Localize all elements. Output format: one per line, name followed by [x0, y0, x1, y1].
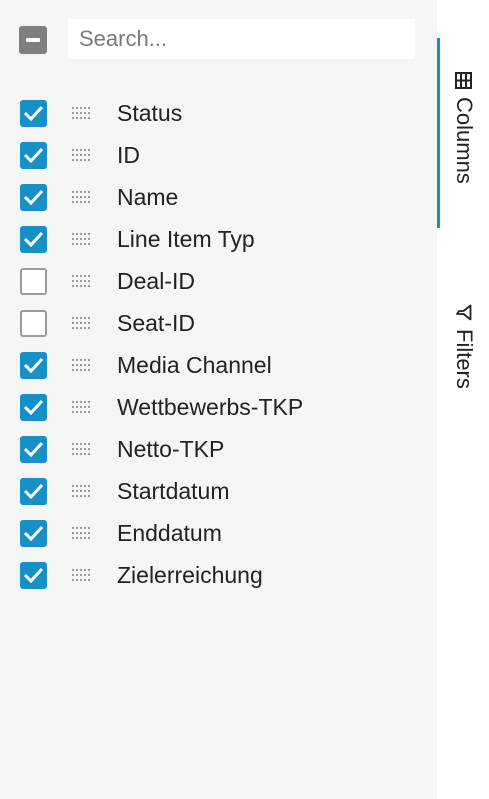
columns-tool-panel: Status ID Name Line Item Typ Deal-ID Sea… [0, 0, 437, 799]
column-label: ID [117, 142, 140, 168]
check-icon [23, 189, 44, 205]
column-label: Deal-ID [117, 268, 195, 294]
check-icon [23, 483, 44, 499]
column-label: Netto-TKP [117, 436, 225, 462]
tab-filters-label: Filters [452, 329, 477, 389]
column-checkbox[interactable] [20, 226, 47, 253]
columns-icon [455, 72, 473, 89]
column-checkbox[interactable] [20, 478, 47, 505]
column-item-enddatum[interactable]: Enddatum [0, 512, 437, 554]
column-item-name[interactable]: Name [0, 176, 437, 218]
drag-handle-icon[interactable] [72, 485, 91, 497]
check-icon [23, 105, 44, 121]
drag-handle-icon[interactable] [72, 149, 91, 161]
column-label: Media Channel [117, 352, 272, 378]
filter-icon [456, 304, 472, 321]
drag-handle-icon[interactable] [72, 443, 91, 455]
drag-handle-icon[interactable] [72, 569, 91, 581]
drag-handle-icon[interactable] [72, 275, 91, 287]
column-label: Enddatum [117, 520, 222, 546]
drag-handle-icon[interactable] [72, 359, 91, 371]
panel-header [0, 0, 437, 78]
search-input[interactable] [68, 19, 415, 59]
check-icon [23, 357, 44, 373]
column-label: Name [117, 184, 179, 210]
column-item-line-item-typ[interactable]: Line Item Typ [0, 218, 437, 260]
column-list: Status ID Name Line Item Typ Deal-ID Sea… [0, 92, 437, 596]
select-all-checkbox[interactable] [19, 26, 47, 54]
column-checkbox[interactable] [20, 352, 47, 379]
column-checkbox[interactable] [20, 394, 47, 421]
active-tab-indicator [437, 38, 440, 228]
column-item-id[interactable]: ID [0, 134, 437, 176]
check-icon [23, 399, 44, 415]
column-label: Status [117, 100, 183, 126]
column-checkbox[interactable] [20, 310, 47, 337]
column-item-status[interactable]: Status [0, 92, 437, 134]
tab-columns-label: Columns [452, 97, 477, 184]
column-item-deal-id[interactable]: Deal-ID [0, 260, 437, 302]
column-checkbox[interactable] [20, 520, 47, 547]
column-item-startdatum[interactable]: Startdatum [0, 470, 437, 512]
column-item-seat-id[interactable]: Seat-ID [0, 302, 437, 344]
column-label: Wettbewerbs-TKP [117, 394, 304, 420]
drag-handle-icon[interactable] [72, 401, 91, 413]
column-label: Seat-ID [117, 310, 195, 336]
column-checkbox[interactable] [20, 100, 47, 127]
column-label: Zielerreichung [117, 562, 263, 588]
column-checkbox[interactable] [20, 142, 47, 169]
drag-handle-icon[interactable] [72, 317, 91, 329]
column-item-netto-tkp[interactable]: Netto-TKP [0, 428, 437, 470]
check-icon [23, 231, 44, 247]
tab-columns[interactable]: Columns [437, 38, 489, 228]
column-item-zielerreichung[interactable]: Zielerreichung [0, 554, 437, 596]
check-icon [23, 567, 44, 583]
tab-filters[interactable]: Filters [437, 270, 489, 389]
check-icon [23, 441, 44, 457]
drag-handle-icon[interactable] [72, 233, 91, 245]
side-bar: Columns Filters [437, 0, 489, 799]
column-checkbox[interactable] [20, 562, 47, 589]
check-icon [23, 525, 44, 541]
drag-handle-icon[interactable] [72, 107, 91, 119]
column-checkbox[interactable] [20, 436, 47, 463]
column-label: Line Item Typ [117, 226, 255, 252]
column-item-wettbewerbs-tkp[interactable]: Wettbewerbs-TKP [0, 386, 437, 428]
drag-handle-icon[interactable] [72, 191, 91, 203]
column-checkbox[interactable] [20, 268, 47, 295]
column-checkbox[interactable] [20, 184, 47, 211]
drag-handle-icon[interactable] [72, 527, 91, 539]
column-label: Startdatum [117, 478, 230, 504]
check-icon [23, 147, 44, 163]
column-item-media-channel[interactable]: Media Channel [0, 344, 437, 386]
